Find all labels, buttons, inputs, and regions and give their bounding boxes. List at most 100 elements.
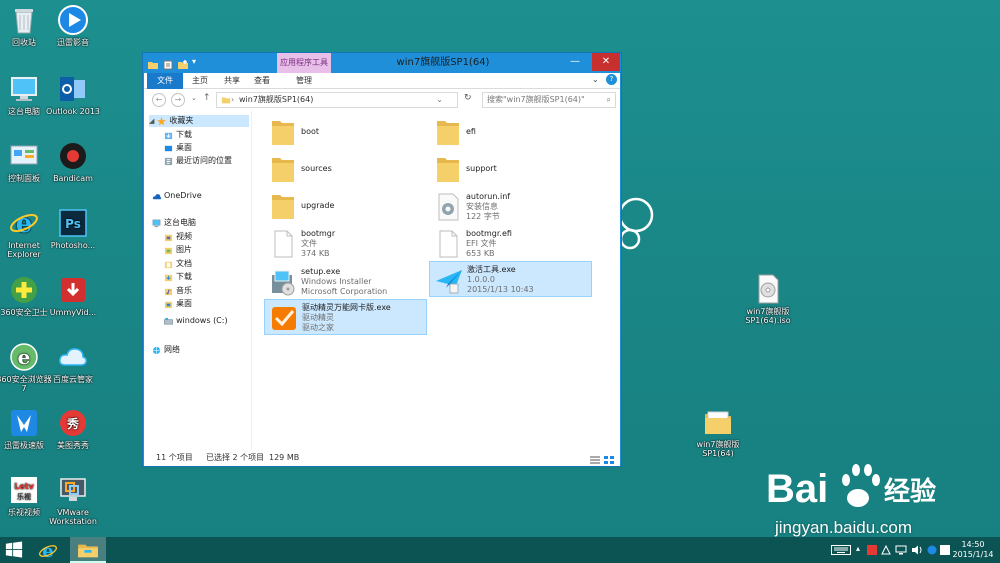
driver-app-icon [269,302,299,334]
desktop-icon-bandicam[interactable]: Bandicam [44,140,102,183]
title-bar[interactable]: ▾ 应用程序工具 win7旗舰版SP1(64) — ✕ [143,53,621,73]
minimize-button[interactable]: — [567,53,583,71]
new-folder-icon[interactable] [177,56,189,69]
file-explorer-icon [78,544,98,558]
context-tab-app-tools[interactable]: 应用程序工具 [277,53,331,73]
taskbar-clock[interactable]: 14:50 2015/1/14 [950,540,996,560]
documents-folder-icon [164,260,173,269]
drive-icon [164,317,173,326]
search-placeholder: 搜索"win7旗舰版SP1(64)" [487,95,585,104]
nav-pc-documents[interactable]: 文档 [164,258,192,270]
nav-favorites[interactable]: ◢ 收藏夹 [149,115,249,127]
desktop-icon-photoshop[interactable]: Ps Photosho... [44,207,102,250]
forward-button[interactable]: → [171,93,185,107]
nav-this-pc[interactable]: 这台电脑 [152,217,196,229]
ribbon-expand-icon[interactable]: ⌄ [592,75,599,84]
item-count: 11 个项目 [156,453,193,462]
nav-pc-drive-c[interactable]: windows (C:) [164,315,228,327]
tray-app-icon[interactable] [867,545,877,557]
tab-manage[interactable]: 管理 [284,73,324,89]
desktop-icon-media-player[interactable]: 迅雷影音 [44,4,102,47]
tab-home[interactable]: 主页 [185,73,215,89]
recycle-bin-icon [8,4,40,36]
nav-pc-videos[interactable]: 视频 [164,231,192,243]
desktop-icon-folder[interactable]: win7旗舰版SP1(64) [687,406,749,458]
file-item-autorun[interactable]: autorun.inf 安装信息 122 字节 [429,189,592,225]
file-item-support[interactable]: support [429,152,592,188]
tray-expand-icon[interactable]: ▴ [856,544,860,553]
taskbar-explorer-button[interactable] [70,537,106,563]
nav-fav-recent[interactable]: 最近访问的位置 [164,155,232,167]
back-button[interactable]: ← [152,93,166,107]
address-bar[interactable]: › win7旗舰版SP1(64) ⌄ [216,92,458,108]
star-icon [157,116,167,126]
nav-pc-desktop[interactable]: 桌面 [164,298,192,310]
meitu-icon: 秀 [57,407,89,439]
tab-view[interactable]: 查看 [247,73,277,89]
file-item-boot[interactable]: boot [264,115,427,151]
file-item-bootmgr[interactable]: bootmgr 文件 374 KB [264,226,427,262]
action-center-icon[interactable] [881,544,891,557]
up-button[interactable]: ↑ [203,93,211,103]
file-item-upgrade[interactable]: upgrade [264,189,427,225]
expand-arrow-icon[interactable]: ◢ [149,115,154,127]
close-button[interactable]: ✕ [592,53,620,71]
selection-size: 129 MB [269,453,300,462]
taskbar-ie-button[interactable]: e [38,537,62,563]
music-folder-icon [164,287,173,296]
search-box[interactable]: 搜索"win7旗舰版SP1(64)" ⌕ [482,92,616,108]
desktop-icon-ummy[interactable]: UmmyVid... [44,274,102,317]
nav-pc-music[interactable]: 音乐 [164,285,192,297]
nav-fav-desktop[interactable]: 桌面 [164,142,192,154]
address-dropdown-icon[interactable]: ⌄ [436,93,443,107]
folder-small-icon[interactable] [147,56,159,69]
properties-icon[interactable] [162,56,174,70]
file-item-setup[interactable]: setup.exe Windows Installer Microsoft Co… [264,264,427,300]
nav-network[interactable]: 网络 [152,344,180,356]
large-icons-view-icon[interactable] [604,454,614,470]
file-item-activator[interactable]: 激活工具.exe 1.0.0.0 2015/1/13 10:43 [429,261,592,297]
search-icon[interactable]: ⌕ [607,93,611,107]
folder-icon [268,117,298,149]
file-item-sources[interactable]: sources [264,152,427,188]
nav-pc-pictures[interactable]: 图片 [164,244,192,256]
file-item-bootmgr-efi[interactable]: bootmgr.efi EFI 文件 653 KB [429,226,592,262]
explorer-window[interactable]: ▾ 应用程序工具 win7旗舰版SP1(64) — ✕ 文件 主页 共享 查看 … [142,52,622,467]
network-status-icon[interactable] [895,545,907,557]
desktop-icon-vmware[interactable]: VMware Workstation [44,474,102,526]
outlook-icon [57,73,89,105]
details-view-icon[interactable] [590,454,600,470]
nav-pc-downloads[interactable]: 下载 [164,271,192,283]
desktop-icon-iso[interactable]: win7旗舰版SP1(64).iso [738,273,798,325]
input-method-icon[interactable] [927,545,937,557]
folder-icon [433,117,463,149]
history-dropdown-icon[interactable]: ⌄ [191,94,197,102]
nav-fav-downloads[interactable]: 下载 [164,129,192,141]
svg-text:e: e [18,345,31,369]
file-item-efi[interactable]: efi [429,115,592,151]
dropdown-icon[interactable]: ▾ [192,56,204,68]
computer-icon [8,73,40,105]
ribbon-tabs: 文件 主页 共享 查看 管理 ⌄ ? [144,73,620,89]
quick-access-toolbar: ▾ [147,56,204,70]
volume-icon[interactable] [911,545,923,557]
language-icon[interactable] [940,545,950,557]
media-player-icon [57,4,89,36]
recent-places-icon [164,157,173,166]
browser-360-icon: e [8,341,40,373]
start-button[interactable] [5,537,29,563]
desktop-icon-outlook[interactable]: Outlook 2013 [44,73,102,116]
tab-file[interactable]: 文件 [147,73,183,89]
refresh-icon[interactable]: ↻ [464,93,472,103]
keyboard-icon[interactable] [831,545,851,557]
desktop-icon-baidu-cloud[interactable]: 百度云管家 [44,341,102,384]
help-icon[interactable]: ? [606,74,617,85]
file-item-driver[interactable]: 驱动精灵万能网卡版.exe 驱动精灵 驱动之家 [264,299,427,335]
window-title: win7旗舰版SP1(64) [396,57,490,68]
desktop-icon-meitu[interactable]: 秀 美图秀秀 [44,407,102,450]
blank-file-icon [433,228,463,260]
tab-share[interactable]: 共享 [217,73,247,89]
pc-desktop-folder-icon [164,300,173,309]
letv-icon: Letv 乐视 [8,474,40,506]
nav-onedrive[interactable]: OneDrive [152,190,202,202]
